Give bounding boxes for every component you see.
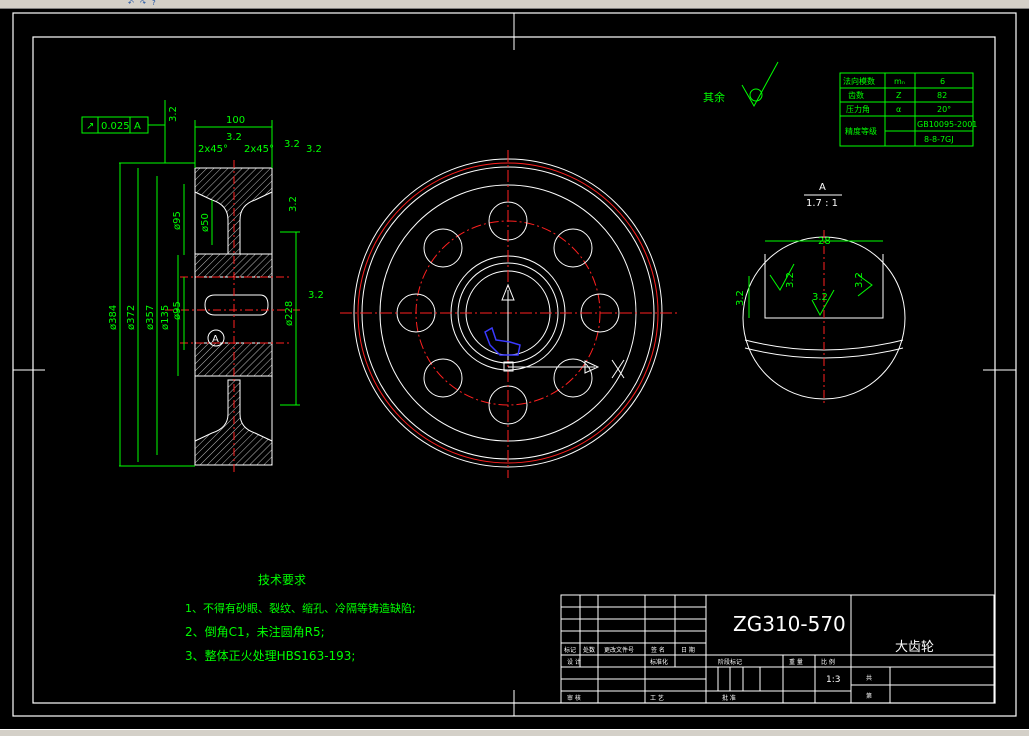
chamfer-left: 2x45° — [198, 144, 228, 155]
dia-228: ø228 — [284, 301, 295, 326]
tb-count: 处数 — [583, 646, 595, 654]
note-1: 1、不得有砂眼、裂纹、缩孔、冷隔等铸造缺陷; — [185, 601, 416, 615]
tb-review: 审 核 — [567, 694, 581, 702]
undo-icon[interactable]: ↶ — [128, 0, 134, 7]
tb-approve: 批 准 — [722, 694, 736, 702]
detail-width: 28 — [818, 236, 831, 247]
detail-scale: 1.7 : 1 — [806, 198, 838, 209]
param-label-3: 压力角 — [846, 104, 870, 114]
part-name: 大齿轮 — [895, 640, 934, 655]
width-dim: 100 — [226, 115, 245, 126]
param-sym-2: Z — [896, 91, 902, 100]
tb-ratio: 比 例 — [821, 658, 835, 666]
tb-mark: 标记 — [564, 646, 576, 654]
roughness-2: 3.2 — [226, 132, 242, 143]
note-2: 2、倒角C1，未注圆角R5; — [185, 624, 325, 639]
general-roughness-symbol — [741, 61, 779, 108]
tb-weight: 重 量 — [789, 658, 803, 666]
dia-50: ø50 — [200, 213, 211, 232]
front-view — [340, 150, 678, 478]
tb-doc: 更改文件号 — [604, 646, 634, 654]
tolerance-symbol: ↗ — [86, 121, 94, 132]
general-roughness-label: 其余 — [703, 90, 725, 104]
param-label-2: 齿数 — [848, 90, 864, 100]
param-sym-3: α — [896, 105, 901, 114]
title-block: ZG310-570 大齿轮 1:3 标记 处数 更改文件号 签 名 日 期 设 … — [560, 594, 995, 704]
param-val-2: 82 — [937, 91, 947, 100]
roughness-1: 3.2 — [168, 106, 179, 122]
param-label-1: 法向模数 — [843, 76, 875, 86]
roughness-5: 3.2 — [288, 196, 299, 212]
chamfer-right: 2x45° — [244, 144, 274, 155]
dia-372: ø372 — [126, 305, 137, 330]
centering-marks — [13, 13, 1016, 716]
dia-357: ø357 — [145, 305, 156, 330]
detail-view: A 1.7 : 1 28 3.2 3.2 3.2 3.2 — [735, 182, 906, 405]
dia-95-b: ø95 — [172, 301, 183, 320]
tb-sign: 签 名 — [651, 646, 665, 654]
notes-title: 技术要求 — [258, 573, 306, 587]
param-label-4: 精度等级 — [845, 126, 877, 136]
tech-notes: 技术要求 1、不得有砂眼、裂纹、缩孔、冷隔等铸造缺陷; 2、倒角C1，未注圆角R… — [185, 573, 416, 663]
param-val-5: 8-8-7GJ — [924, 135, 954, 144]
tb-design: 设 计 — [567, 658, 581, 666]
detail-rough-3: 3.2 — [854, 272, 865, 288]
drawing-canvas[interactable]: 100 2x45° 2x45° 3.2 3.2 3.2 3.2 3.2 3.2 … — [0, 9, 1029, 729]
detail-rough-1: 3.2 — [785, 272, 796, 288]
section-view — [165, 160, 300, 475]
tolerance-datum: A — [134, 121, 141, 132]
param-val-1: 6 — [940, 77, 945, 86]
param-val-3: 20° — [937, 105, 951, 114]
tb-process: 工 艺 — [650, 694, 664, 702]
roughness-6: 3.2 — [308, 290, 324, 301]
tb-std: 标准化 — [650, 658, 668, 666]
note-3: 3、整体正火处理HBS163-193; — [185, 648, 355, 663]
param-val-4: GB10095-2001 — [917, 120, 977, 129]
detail-label: A — [819, 182, 826, 193]
detail-rough-4: 3.2 — [735, 290, 746, 306]
detail-marker: A — [212, 334, 219, 345]
param-table: 法向模数 mₙ 6 齿数 Z 82 压力角 α 20° 精度等级 GB10095… — [839, 72, 977, 147]
toolbar: ↶ ↷ ? — [0, 0, 1029, 9]
redo-icon[interactable]: ↷ — [140, 0, 146, 7]
scale: 1:3 — [826, 675, 840, 685]
dia-135: ø135 — [160, 305, 171, 330]
param-sym-1: mₙ — [894, 77, 905, 86]
tb-date: 日 期 — [681, 646, 695, 654]
roughness-3: 3.2 — [284, 139, 300, 150]
tolerance-value: 0.025 — [101, 121, 130, 132]
dia-384: ø384 — [108, 305, 119, 330]
tb-stage: 阶段标记 — [718, 658, 742, 666]
section-dim-labels: 100 2x45° 2x45° 3.2 3.2 3.2 3.2 3.2 3.2 … — [86, 106, 324, 330]
material: ZG310-570 — [733, 612, 846, 636]
dia-95-a: ø95 — [172, 211, 183, 230]
detail-rough-2: 3.2 — [812, 292, 828, 303]
roughness-4: 3.2 — [306, 144, 322, 155]
tb-total: 共 — [866, 674, 872, 682]
help-icon[interactable]: ? — [152, 0, 156, 7]
tb-sheet: 第 — [866, 692, 872, 700]
outer-border — [12, 12, 1017, 717]
